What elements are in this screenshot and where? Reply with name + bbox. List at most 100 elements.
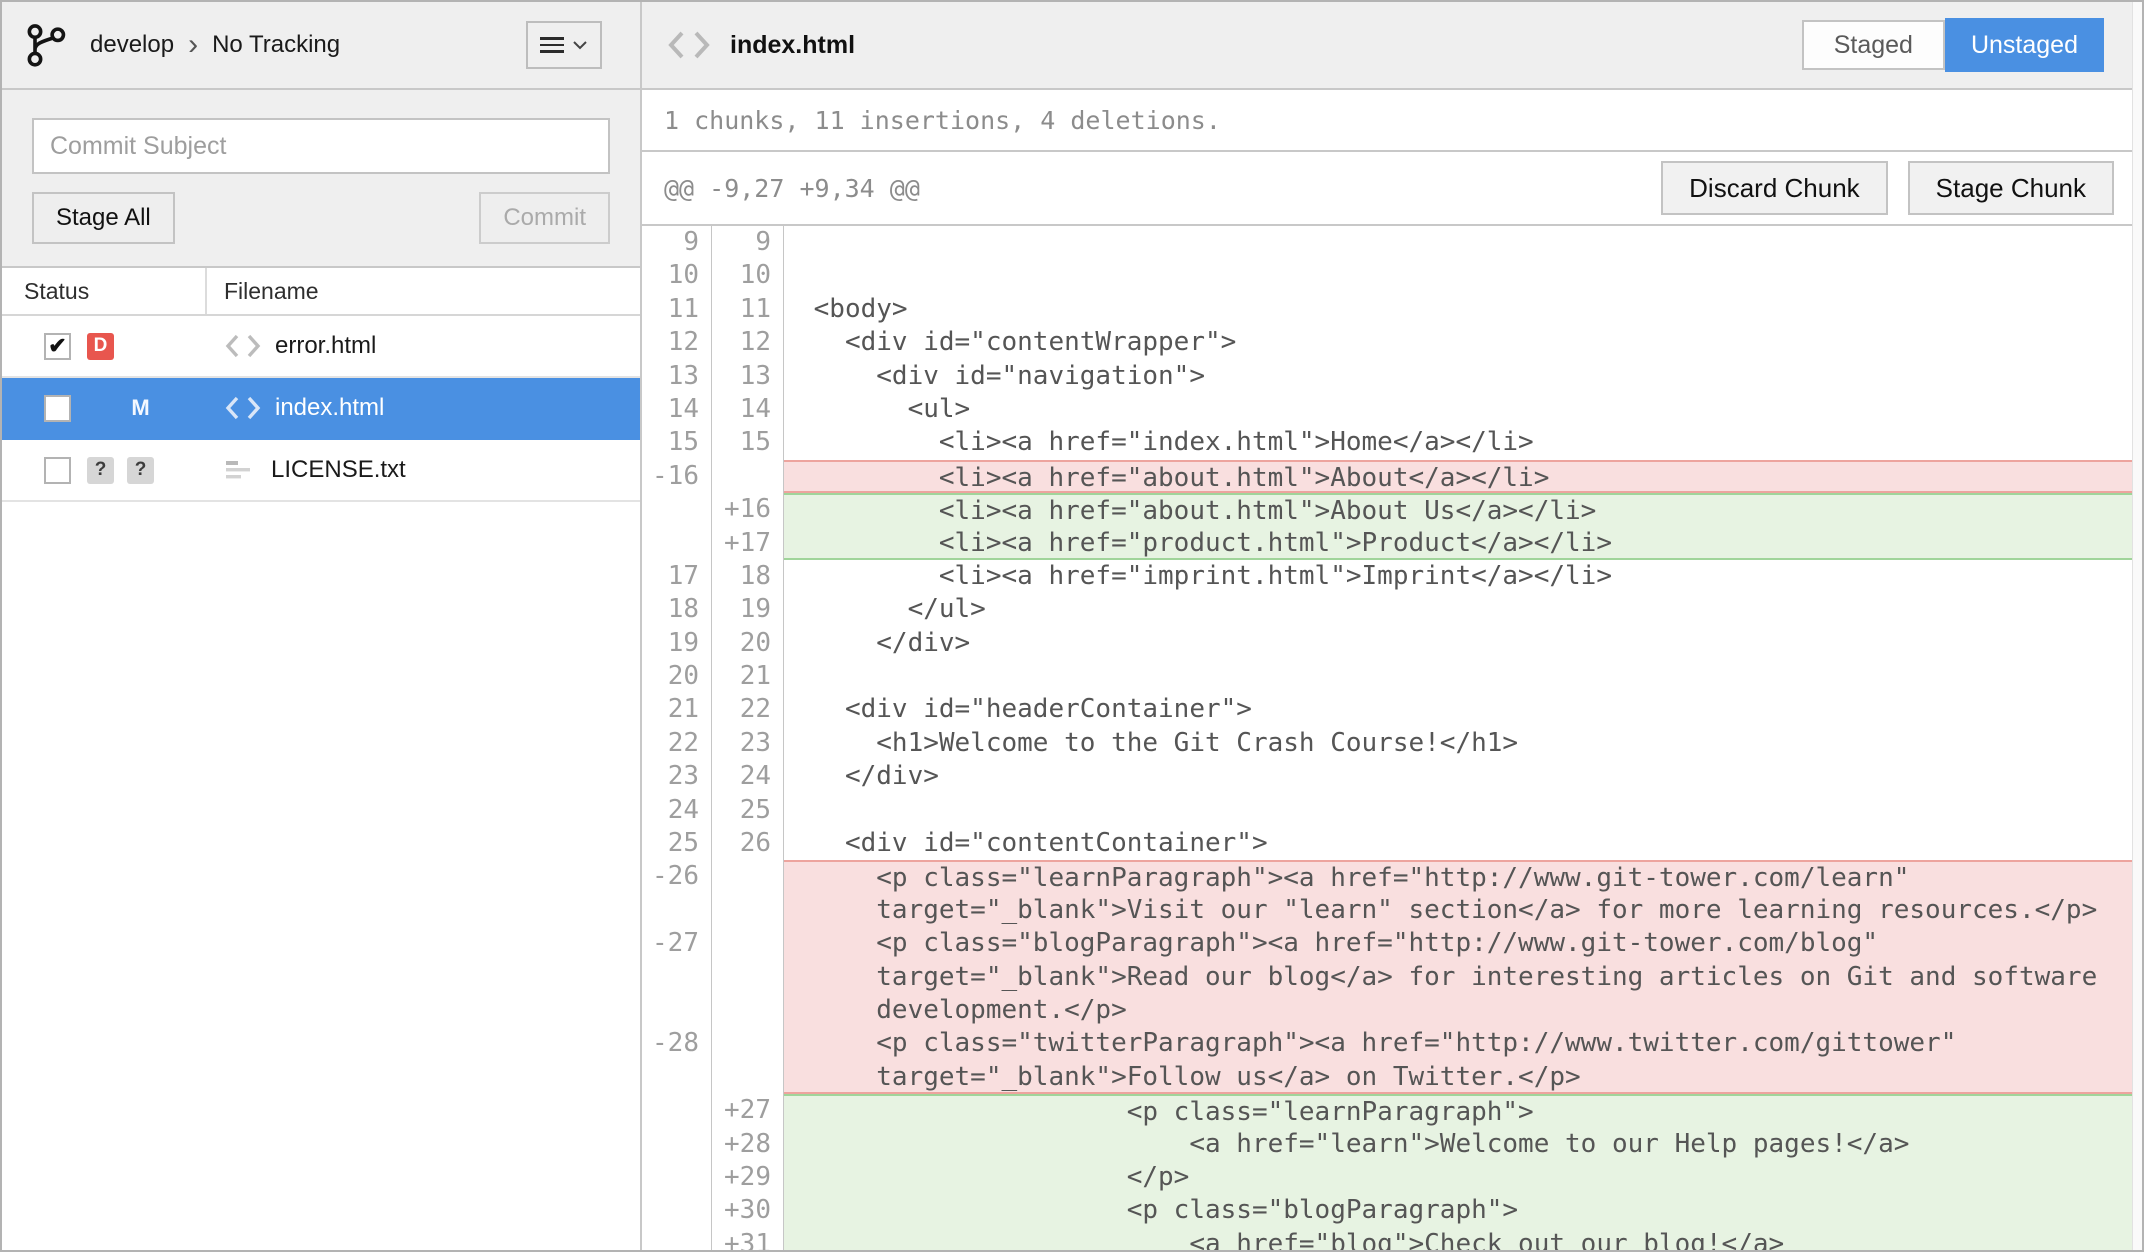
code-line: <h1>Welcome to the Git Crash Course!</h1… <box>784 727 2142 760</box>
code-line <box>784 226 2142 259</box>
code-line: </p> <box>784 1161 2142 1194</box>
diff-line: 2425 <box>642 794 2142 827</box>
old-line-number: 19 <box>642 627 712 660</box>
new-line-number: 18 <box>712 560 784 593</box>
code-line: </div> <box>784 627 2142 660</box>
code-line: <p class="twitterParagraph"><a href="htt… <box>784 1027 2142 1060</box>
code-file-icon <box>224 332 262 360</box>
stage-all-button[interactable]: Stage All <box>32 192 175 244</box>
new-line-number <box>712 860 784 893</box>
code-line: <li><a href="product.html">Product</a></… <box>784 527 2142 560</box>
file-row-error-html[interactable]: ✔ D error.html <box>2 316 640 378</box>
new-line-number: 19 <box>712 593 784 626</box>
discard-chunk-button[interactable]: Discard Chunk <box>1661 161 1888 215</box>
breadcrumb-tracking[interactable]: No Tracking <box>212 31 340 59</box>
status-badge-empty <box>87 395 114 422</box>
stage-checkbox[interactable]: ✔ <box>44 333 71 360</box>
new-line-number: 26 <box>712 827 784 860</box>
new-line-number: 23 <box>712 727 784 760</box>
code-line <box>784 259 2142 292</box>
diff-file-header: index.html Staged Unstaged <box>642 2 2142 90</box>
branch-menu-button[interactable] <box>526 21 602 69</box>
code-line: development.</p> <box>784 994 2142 1027</box>
new-line-number: +30 <box>712 1194 784 1227</box>
stage-checkbox[interactable] <box>44 457 71 484</box>
status-badge-deleted: D <box>87 333 114 360</box>
tab-staged[interactable]: Staged <box>1802 20 1945 70</box>
diff-line: 1718 <li><a href="imprint.html">Imprint<… <box>642 560 2142 593</box>
old-line-number: 18 <box>642 593 712 626</box>
new-line-number <box>712 894 784 927</box>
diff-line: 1111 <body> <box>642 293 2142 326</box>
old-line-number: 9 <box>642 226 712 259</box>
file-name: error.html <box>275 332 376 360</box>
filename-column-header: Filename <box>207 278 640 305</box>
stage-checkbox[interactable] <box>44 395 71 422</box>
status-badge-untracked: ? <box>87 457 114 484</box>
tab-unstaged[interactable]: Unstaged <box>1945 18 2104 72</box>
file-row-index-html[interactable]: M index.html <box>2 378 640 440</box>
code-line: <li><a href="about.html">About</a></li> <box>784 460 2142 493</box>
old-line-number <box>642 1194 712 1227</box>
diff-line: 2122 <div id="headerContainer"> <box>642 693 2142 726</box>
new-line-number: 9 <box>712 226 784 259</box>
stage-chunk-button[interactable]: Stage Chunk <box>1908 161 2114 215</box>
diff-line: -28 <p class="twitterParagraph"><a href=… <box>642 1027 2142 1060</box>
sidebar: develop › No Tracking Stage All Commit S… <box>2 2 642 1250</box>
old-line-number: 20 <box>642 660 712 693</box>
text-file-icon <box>224 456 258 484</box>
old-line-number: -26 <box>642 860 712 893</box>
old-line-number: 11 <box>642 293 712 326</box>
diff-scrollbar[interactable] <box>2132 2 2142 1250</box>
code-line: <p class="blogParagraph"> <box>784 1194 2142 1227</box>
old-line-number: 14 <box>642 393 712 426</box>
file-row-license-txt[interactable]: ? ? LICENSE.txt <box>2 440 640 502</box>
code-line: <p class="blogParagraph"><a href="http:/… <box>784 927 2142 960</box>
new-line-number: 11 <box>712 293 784 326</box>
old-line-number <box>642 1094 712 1127</box>
code-line: <li><a href="index.html">Home</a></li> <box>784 426 2142 459</box>
commit-button[interactable]: Commit <box>479 192 610 244</box>
status-badge-untracked: ? <box>127 457 154 484</box>
new-line-number: +28 <box>712 1128 784 1161</box>
new-line-number: +17 <box>712 527 784 560</box>
new-line-number: +31 <box>712 1228 784 1250</box>
new-line-number <box>712 961 784 994</box>
diff-line: 1010 <box>642 259 2142 292</box>
diff-line: +29 </p> <box>642 1161 2142 1194</box>
old-line-number <box>642 894 712 927</box>
diff-line: +27 <p class="learnParagraph"> <box>642 1094 2142 1127</box>
code-line <box>784 660 2142 693</box>
diff-line: target="_blank">Visit our "learn" sectio… <box>642 894 2142 927</box>
new-line-number: 15 <box>712 426 784 459</box>
diff-line: 2223 <h1>Welcome to the Git Crash Course… <box>642 727 2142 760</box>
commit-subject-input[interactable] <box>32 118 610 174</box>
new-line-number: 12 <box>712 326 784 359</box>
hamburger-icon <box>540 37 564 53</box>
diff-line: 1212 <div id="contentWrapper"> <box>642 326 2142 359</box>
diff-line: 2526 <div id="contentContainer"> <box>642 827 2142 860</box>
old-line-number: 24 <box>642 794 712 827</box>
breadcrumb-branch[interactable]: develop <box>90 31 174 59</box>
file-cell: LICENSE.txt <box>207 456 640 484</box>
file-list-empty-area <box>2 502 640 1250</box>
diff-content: 9910101111 <body>1212 <div id="contentWr… <box>642 226 2142 1250</box>
old-line-number <box>642 1228 712 1250</box>
diff-line: development.</p> <box>642 994 2142 1027</box>
status-cell: M <box>2 395 207 422</box>
diff-line: 1819 </ul> <box>642 593 2142 626</box>
code-line: target="_blank">Visit our "learn" sectio… <box>784 894 2142 927</box>
old-line-number: 25 <box>642 827 712 860</box>
new-line-number: 20 <box>712 627 784 660</box>
old-line-number: 23 <box>642 760 712 793</box>
code-line: <ul> <box>784 393 2142 426</box>
tower-window: develop › No Tracking Stage All Commit S… <box>0 0 2144 1252</box>
old-line-number: 13 <box>642 360 712 393</box>
old-line-number: -16 <box>642 460 712 493</box>
diff-line: +28 <a href="learn">Welcome to our Help … <box>642 1128 2142 1161</box>
chunk-range: @@ -9,27 +9,34 @@ <box>664 174 920 203</box>
new-line-number: +16 <box>712 493 784 526</box>
commit-box: Stage All Commit <box>2 90 640 266</box>
new-line-number <box>712 927 784 960</box>
diff-panel: index.html Staged Unstaged 1 chunks, 11 … <box>642 2 2142 1250</box>
